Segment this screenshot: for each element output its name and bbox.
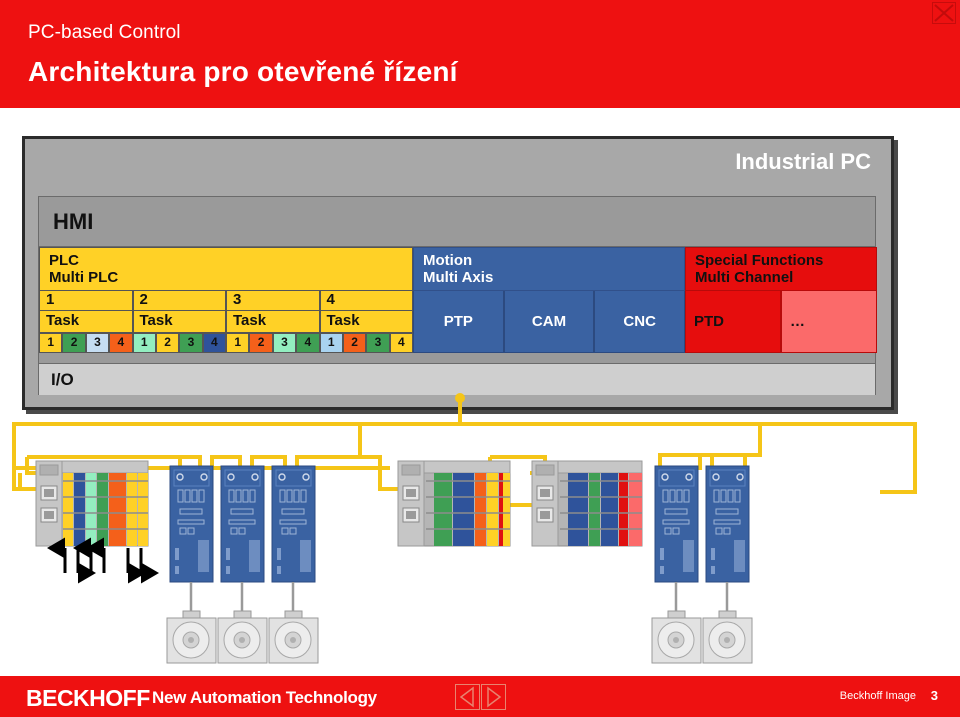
next-arrow-icon[interactable] <box>481 684 506 710</box>
io-signal-arrows <box>47 537 159 584</box>
plc-program-chip-row: 1234123412341234 <box>39 333 413 353</box>
plc-task-label: Task <box>132 311 226 333</box>
servo-drive <box>705 465 750 583</box>
plc-task-number: 4 <box>319 291 413 311</box>
special-functions-subtitle: Multi Channel <box>695 269 794 286</box>
hmi-layer: HMI <box>39 197 875 247</box>
plc-task-label: Task <box>39 311 133 333</box>
header-kicker: PC-based Control <box>28 22 181 43</box>
plc-task-label: Task <box>319 311 413 333</box>
special-functions-column: Special Functions Multi Channel PTD … <box>685 247 877 363</box>
servo-drive <box>169 465 214 583</box>
plc-program-chip: 4 <box>109 333 133 353</box>
ipc-title: Industrial PC <box>735 149 871 174</box>
servo-motor <box>268 610 319 664</box>
special-cell-more: … <box>781 291 877 353</box>
motor-group-right <box>651 582 753 664</box>
plc-program-chip: 2 <box>62 333 86 353</box>
motion-column: Motion Multi Axis PTP CAM CNC <box>413 247 686 363</box>
plc-program-chip: 3 <box>85 333 110 353</box>
plc-program-chip: 2 <box>342 333 367 353</box>
plc-program-chip: 4 <box>389 333 413 353</box>
footer-caption: Beckhoff Image <box>839 690 916 702</box>
servo-drive <box>220 465 265 583</box>
motion-title: Motion <box>423 252 473 269</box>
industrial-pc-box: Industrial PC HMI PLC Multi PLC 1 2 3 4 <box>22 136 894 410</box>
motion-cell-cam: CAM <box>503 291 595 353</box>
special-functions-header: Special Functions Multi Channel <box>685 247 877 291</box>
motion-cells: PTP CAM CNC <box>413 291 686 353</box>
motion-cell-cnc: CNC <box>594 291 686 353</box>
beckhoff-logo: BECKHOFF <box>26 685 150 711</box>
motion-cell-ptp: PTP <box>413 291 504 353</box>
bus-terminal-block-2 <box>397 460 511 547</box>
plc-task-label: Task <box>226 311 320 333</box>
plc-subtitle: Multi PLC <box>49 269 119 286</box>
servo-motor <box>217 610 268 664</box>
servo-motor <box>166 610 217 664</box>
plc-program-chip: 1 <box>39 333 63 353</box>
servo-motor <box>702 610 753 664</box>
prev-arrow-icon[interactable] <box>455 684 480 710</box>
bus-terminal-block-1 <box>35 460 149 547</box>
servo-drive <box>654 465 699 583</box>
motor-group-left <box>166 582 319 664</box>
io-label: I/O <box>51 370 74 389</box>
plc-task-label-row: Task Task Task Task <box>39 311 413 333</box>
plc-task-number: 3 <box>226 291 320 311</box>
plc-program-chip: 4 <box>202 333 226 353</box>
special-cell-ptd: PTD <box>685 291 781 353</box>
special-functions-title: Special Functions <box>695 252 824 269</box>
plc-program-chip: 1 <box>132 333 156 353</box>
plc-program-chip: 3 <box>366 333 390 353</box>
plc-program-chip: 4 <box>296 333 320 353</box>
plc-task-number-row: 1 2 3 4 <box>39 291 413 311</box>
motion-subtitle: Multi Axis <box>423 269 494 286</box>
plc-program-chip: 1 <box>226 333 250 353</box>
plc-title: PLC <box>49 252 79 269</box>
servo-drive <box>271 465 316 583</box>
plc-program-chip: 2 <box>155 333 180 353</box>
page-number: 3 <box>930 688 938 703</box>
page-header: PC-based Control Architektura pro otevře… <box>0 0 960 111</box>
close-icon[interactable] <box>932 2 956 24</box>
runtime-band: PLC Multi PLC 1 2 3 4 Task Task Task Tas… <box>39 247 877 363</box>
plc-task-number: 1 <box>39 291 133 311</box>
servo-drive-group-right <box>654 465 750 583</box>
header-divider <box>0 108 960 111</box>
servo-motor <box>651 610 702 664</box>
io-layer: I/O <box>39 363 875 395</box>
servo-drive-group-left <box>169 465 316 583</box>
software-stack-panel: HMI PLC Multi PLC 1 2 3 4 Task Task Task… <box>38 196 877 395</box>
plc-program-chip: 3 <box>179 333 203 353</box>
motion-header: Motion Multi Axis <box>413 247 685 291</box>
hmi-label: HMI <box>53 209 94 234</box>
plc-header: PLC Multi PLC <box>39 247 413 291</box>
plc-program-chip: 1 <box>319 333 343 353</box>
plc-program-chip: 3 <box>272 333 297 353</box>
plc-column: PLC Multi PLC 1 2 3 4 Task Task Task Tas… <box>39 247 413 363</box>
page-title: Architektura pro otevřené řízení <box>28 56 458 87</box>
plc-program-chip: 2 <box>249 333 273 353</box>
bus-terminal-block-3 <box>531 460 643 547</box>
plc-task-number: 2 <box>132 291 226 311</box>
special-functions-cells: PTD … <box>685 291 877 353</box>
page-footer: BECKHOFF New Automation Technology Beckh… <box>0 676 960 717</box>
beckhoff-tagline: New Automation Technology <box>152 688 377 707</box>
slide-navigation <box>455 684 507 710</box>
